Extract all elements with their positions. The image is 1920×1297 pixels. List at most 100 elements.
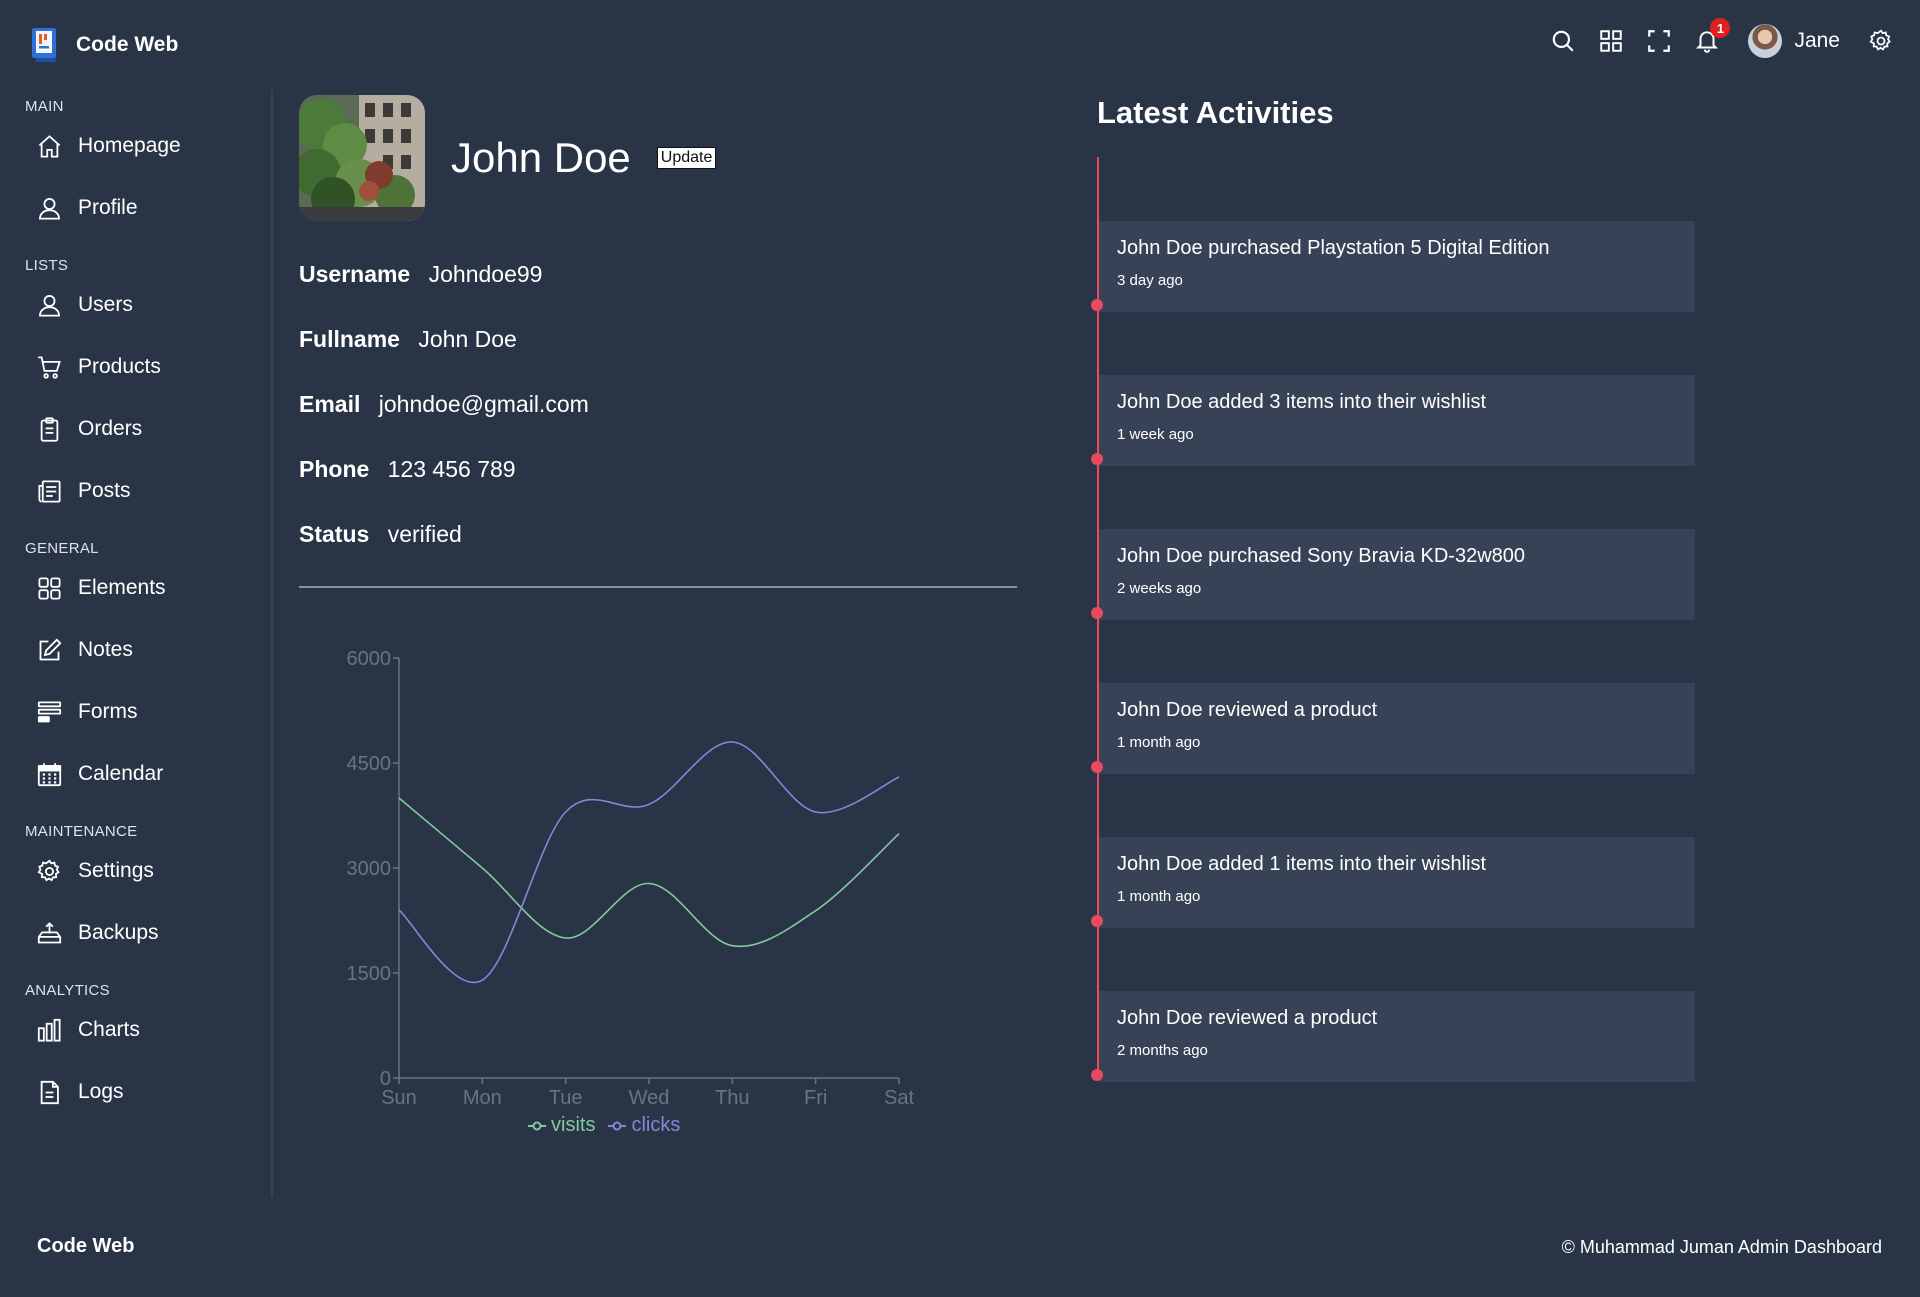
timeline-dot [1091, 607, 1103, 619]
profile-header: John Doe Update [299, 95, 1017, 221]
profile-photo [299, 95, 425, 221]
sidebar-item-calendar[interactable]: Calendar [0, 743, 271, 805]
sidebar-section-title: MAINTENANCE [25, 823, 138, 840]
sidebar-item-users[interactable]: Users [0, 274, 271, 336]
sidebar-item-label: Forms [78, 700, 138, 723]
search-button[interactable] [1548, 26, 1578, 56]
sidebar-item-label: Elements [78, 576, 166, 599]
sidebar-item-charts[interactable]: Charts [0, 999, 271, 1061]
sidebar-item-orders[interactable]: Orders [0, 398, 271, 460]
sidebar-item-backups[interactable]: Backups [0, 902, 271, 964]
apps-button[interactable] [1596, 26, 1626, 56]
sidebar-item-homepage[interactable]: Homepage [0, 115, 271, 177]
forms-icon [37, 700, 62, 722]
profile-name: John Doe [451, 134, 631, 181]
sidebar-item-profile[interactable]: Profile [0, 177, 271, 239]
divider [299, 586, 1017, 588]
sidebar-item-logs[interactable]: Logs [0, 1061, 271, 1123]
grid-icon [38, 576, 61, 600]
activity-text: John Doe purchased Playstation 5 Digital… [1117, 237, 1550, 259]
legend-item-visits[interactable]: visits [527, 1114, 595, 1137]
detail-row-fullname: Fullname John Doe [299, 326, 1017, 391]
sidebar-item-notes[interactable]: Notes [0, 619, 271, 681]
detail-label: Status [299, 521, 370, 547]
sidebar-item-settings[interactable]: Settings [0, 840, 271, 902]
update-button[interactable]: Update [656, 147, 717, 169]
notifications-button[interactable]: 1 [1692, 18, 1731, 56]
legend-label: visits [551, 1114, 596, 1136]
timeline-dot [1091, 761, 1103, 773]
notification-badge: 1 [1710, 18, 1731, 38]
activity-item[interactable]: John Doe added 3 items into their wishli… [1099, 375, 1695, 466]
x-tick-label: Wed [629, 1087, 670, 1109]
sidebar-section-title: GENERAL [25, 540, 99, 557]
activity-time: 2 weeks ago [1117, 580, 1202, 597]
user-icon [39, 294, 60, 317]
sidebar-item-elements[interactable]: Elements [0, 557, 271, 619]
line-chart: 0 1500 3000 4500 6000 Sun Mon Tue Wed Thu Fri Sat v… [299, 620, 939, 1160]
bar-chart-icon [37, 1018, 61, 1042]
legend-label: clicks [631, 1114, 681, 1136]
backup-icon [37, 921, 62, 943]
sidebar-item-label: Settings [78, 859, 154, 882]
gear-icon [1869, 29, 1891, 51]
settings-button[interactable] [1866, 26, 1896, 56]
chart-legend: visits clicks [527, 1114, 692, 1137]
sidebar-item-label: Profile [78, 196, 138, 219]
sidebar-item-label: Charts [78, 1018, 140, 1041]
avatar [1748, 24, 1783, 58]
clipboard-icon [40, 416, 59, 442]
sidebar-section-title: MAIN [25, 98, 64, 115]
edit-icon [39, 638, 62, 660]
brand[interactable]: Code Web [30, 26, 178, 64]
activity-item[interactable]: John Doe reviewed a product 2 months ago [1099, 991, 1695, 1082]
sidebar-item-forms[interactable]: Forms [0, 681, 271, 743]
timeline-dot [1091, 1069, 1103, 1081]
x-tick-label: Sun [381, 1087, 417, 1109]
sidebar-item-posts[interactable]: Posts [0, 460, 271, 522]
activity-text: John Doe added 1 items into their wishli… [1117, 853, 1487, 875]
sidebar-item-products[interactable]: Products [0, 336, 271, 398]
legend-marker-icon [608, 1121, 627, 1130]
y-tick-label: 1500 [347, 963, 392, 985]
activity-time: 1 week ago [1117, 426, 1194, 443]
user-name: Jane [1794, 29, 1840, 52]
x-tick-label: Tue [549, 1087, 583, 1109]
sidebar-item-label: Homepage [78, 134, 181, 157]
chart-svg: 01500300045006000Sun Mon Tue Wed Thu Fri Sat [347, 648, 915, 1109]
activity-item[interactable]: John Doe reviewed a product 1 month ago [1099, 683, 1695, 774]
activity-item[interactable]: John Doe purchased Sony Bravia KD-32w800… [1099, 529, 1695, 620]
activity-item[interactable]: John Doe added 1 items into their wishli… [1099, 837, 1695, 928]
sidebar-section-title: ANALYTICS [25, 982, 110, 999]
newspaper-icon [38, 479, 61, 503]
detail-row-status: Status verified [299, 521, 1017, 586]
brand-name: Code Web [76, 33, 179, 56]
activities-title: Latest Activities [1097, 95, 1334, 130]
sidebar-item-label: Orders [78, 417, 143, 440]
detail-value: 123 456 789 [387, 456, 516, 482]
sidebar-item-label: Products [78, 355, 161, 378]
logo-icon [32, 28, 56, 62]
x-tick-label: Fri [804, 1087, 827, 1109]
footer-copyright: © Muhammad Juman Admin Dashboard [1561, 1237, 1882, 1257]
activity-time: 1 month ago [1117, 888, 1201, 905]
y-tick-label: 6000 [347, 648, 392, 670]
legend-marker-icon [528, 1121, 546, 1130]
user-icon [39, 197, 60, 220]
user-menu[interactable]: Jane [1748, 24, 1840, 58]
detail-label: Phone [299, 456, 370, 482]
detail-row-email: Email johndoe@gmail.com [299, 391, 1017, 456]
legend-item-clicks[interactable]: clicks [607, 1114, 680, 1137]
x-tick-label: Mon [463, 1087, 502, 1109]
sidebar-item-label: Notes [78, 638, 133, 661]
activity-time: 1 month ago [1117, 734, 1201, 751]
gear-icon [37, 859, 60, 881]
detail-value: johndoe@gmail.com [378, 391, 589, 417]
detail-label: Email [299, 391, 361, 417]
fullscreen-button[interactable] [1644, 26, 1674, 56]
detail-value: John Doe [418, 326, 517, 352]
x-tick-label: Thu [715, 1087, 749, 1109]
activity-item[interactable]: John Doe purchased Playstation 5 Digital… [1099, 221, 1695, 312]
sidebar-item-label: Calendar [78, 762, 164, 785]
topbar: Code Web 1 Jane [0, 0, 1920, 90]
